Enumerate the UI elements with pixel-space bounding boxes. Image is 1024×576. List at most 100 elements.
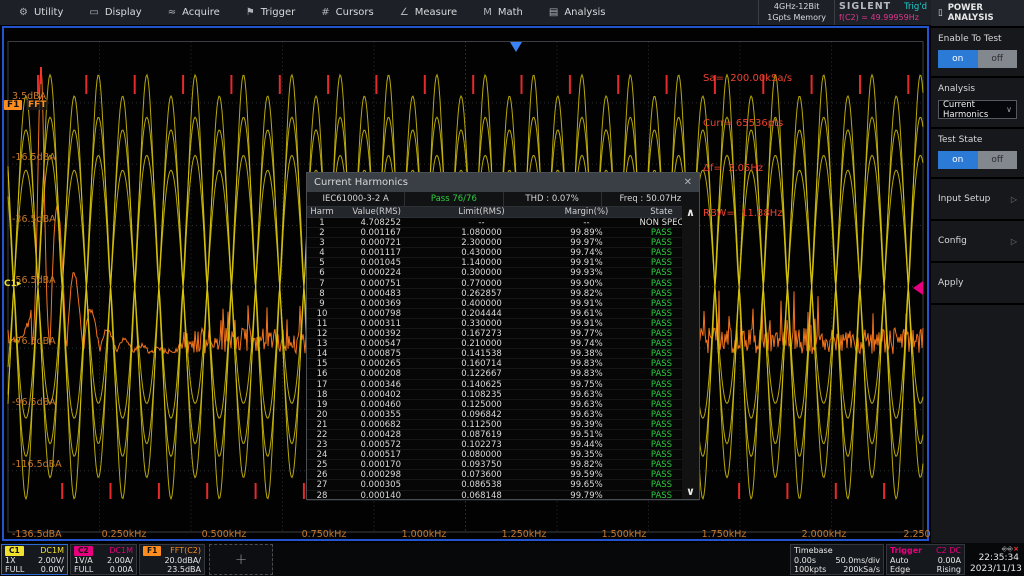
menu-display[interactable]: ▭Display: [76, 0, 154, 25]
power-analysis-icon: ▯: [938, 8, 943, 18]
input-setup-label: Input Setup: [938, 194, 990, 204]
apply-button[interactable]: Apply: [931, 263, 1024, 305]
menu-cursors[interactable]: #Cursors: [308, 0, 386, 25]
cell-margin: 99.77%: [534, 329, 639, 338]
table-row[interactable]: 130.0005470.21000099.74%PASS: [307, 339, 699, 349]
test-state-off-button[interactable]: off: [978, 151, 1018, 169]
analysis-label: Analysis: [938, 84, 1017, 94]
oscilloscope-screen: ⚙Utility ▭Display ≈Acquire ⚑Trigger #Cur…: [0, 0, 1024, 576]
table-row[interactable]: 60.0002240.30000099.93%PASS: [307, 268, 699, 278]
cell-harm: 12: [307, 329, 337, 338]
dialog-scrollbar[interactable]: ∧ ∨: [682, 206, 699, 499]
submenu-arrow-icon: ▷: [1011, 195, 1017, 204]
timebase-delay: 0.00s: [794, 556, 816, 566]
enable-off-button[interactable]: off: [978, 50, 1018, 68]
fft-acquisition-info: Sa= 200.00kSa/s Curr= 65536pts Δf= 3.05H…: [703, 41, 792, 251]
trigger-title: Trigger: [890, 546, 922, 556]
table-row[interactable]: 250.0001700.09375099.82%PASS: [307, 460, 699, 470]
trigger-descriptor[interactable]: TriggerC2 DC Auto0.00A EdgeRising: [886, 544, 965, 575]
menu-measure[interactable]: ∠Measure: [387, 0, 470, 25]
table-row[interactable]: 90.0003690.40000099.91%PASS: [307, 299, 699, 309]
table-row[interactable]: 180.0004020.10823599.63%PASS: [307, 390, 699, 400]
table-row[interactable]: 100.0007980.20444499.61%PASS: [307, 309, 699, 319]
y-axis-label: -16.5dBA: [12, 152, 56, 163]
table-row[interactable]: 160.0002080.12266799.83%PASS: [307, 369, 699, 379]
cell-margin: 99.44%: [534, 440, 639, 449]
add-channel-button[interactable]: +: [209, 544, 273, 575]
c2-bandwidth: FULL: [74, 565, 93, 575]
menu-label: Math: [498, 7, 523, 18]
table-row[interactable]: 260.0002980.07360099.59%PASS: [307, 470, 699, 480]
cell-value: 0.000547: [337, 339, 429, 348]
cell-harm: 2: [307, 228, 337, 237]
test-state-label: Test State: [938, 135, 1017, 145]
table-row[interactable]: 20.0011671.08000099.89%PASS: [307, 228, 699, 238]
cell-limit: 0.073600: [429, 470, 534, 479]
menu-utility[interactable]: ⚙Utility: [6, 0, 76, 25]
cell-value: 0.000208: [337, 369, 429, 378]
table-row[interactable]: 270.0003050.08653899.65%PASS: [307, 480, 699, 490]
close-icon[interactable]: ✕: [684, 177, 692, 188]
table-row[interactable]: 230.0005720.10227399.44%PASS: [307, 440, 699, 450]
cell-value: 0.000460: [337, 400, 429, 409]
thd-readout: THD : 0.07%: [504, 192, 602, 206]
acquire-icon: ≈: [168, 7, 176, 18]
dialog-title-bar[interactable]: Current Harmonics ✕: [307, 173, 699, 192]
cell-margin: 99.91%: [534, 319, 639, 328]
c1-level-marker[interactable]: C1▸: [4, 279, 21, 289]
cell-harm: 21: [307, 420, 337, 429]
cell-margin: --: [534, 218, 639, 227]
f1-function: FFT(C2): [170, 546, 201, 556]
cell-margin: 99.93%: [534, 268, 639, 277]
timebase-rate: 200kSa/s: [843, 565, 880, 575]
table-row[interactable]: 80.0004830.26285799.82%PASS: [307, 289, 699, 299]
menu-analysis[interactable]: ▤Analysis: [536, 0, 619, 25]
cell-limit: 0.204444: [429, 309, 534, 318]
table-row[interactable]: 240.0005170.08000099.35%PASS: [307, 450, 699, 460]
menu-acquire[interactable]: ≈Acquire: [155, 0, 233, 25]
analysis-select[interactable]: Current Harmonics ∨: [938, 100, 1017, 119]
enable-on-button[interactable]: on: [938, 50, 978, 68]
table-row[interactable]: 220.0004280.08761999.51%PASS: [307, 430, 699, 440]
config-item[interactable]: Config ▷: [931, 221, 1024, 263]
cell-margin: 99.63%: [534, 410, 639, 419]
table-row[interactable]: 14.708252----NON SPEC: [307, 218, 699, 228]
table-row[interactable]: 50.0010451.14000099.91%PASS: [307, 258, 699, 268]
table-row[interactable]: 190.0004600.12500099.63%PASS: [307, 400, 699, 410]
table-row[interactable]: 40.0011170.43000099.74%PASS: [307, 248, 699, 258]
cell-value: 0.000517: [337, 450, 429, 459]
c2-badge: C2: [74, 546, 93, 556]
table-row[interactable]: 120.0003920.16727399.77%PASS: [307, 329, 699, 339]
cell-value: 0.000392: [337, 329, 429, 338]
scroll-up-icon[interactable]: ∧: [686, 206, 695, 220]
test-state-on-button[interactable]: on: [938, 151, 978, 169]
timebase-descriptor[interactable]: Timebase 0.00s50.0ms/div 100kpts200kSa/s: [790, 544, 884, 575]
f1-trace-type-label: FFT: [26, 100, 48, 110]
table-row[interactable]: 210.0006820.11250099.39%PASS: [307, 420, 699, 430]
f1-descriptor[interactable]: F1FFT(C2) 20.0dBA/ 23.5dBA: [139, 544, 205, 575]
table-row[interactable]: 170.0003460.14062599.75%PASS: [307, 380, 699, 390]
table-row[interactable]: 150.0002650.16071499.83%PASS: [307, 359, 699, 369]
trigger-type: Edge: [890, 565, 910, 575]
menu-math[interactable]: MMath: [470, 0, 536, 25]
f1-channel-badge[interactable]: F1: [4, 100, 22, 110]
channel1-descriptor[interactable]: C1DC1M 1X2.00V/ FULL0.00V: [1, 544, 68, 575]
table-row[interactable]: 280.0001400.06814899.79%PASS: [307, 491, 699, 501]
c1-offset: 0.00V: [41, 565, 64, 575]
table-row[interactable]: 200.0003550.09684299.63%PASS: [307, 410, 699, 420]
channel2-descriptor[interactable]: C2DC1M 1V/A2.00A/ FULL0.00A: [70, 544, 137, 575]
c1-bandwidth: FULL: [5, 565, 24, 575]
table-row[interactable]: 110.0003110.33000099.91%PASS: [307, 319, 699, 329]
table-row[interactable]: 30.0007212.30000099.97%PASS: [307, 238, 699, 248]
freq-readout: Freq : 50.07Hz: [602, 192, 699, 206]
table-row[interactable]: 70.0007510.77000099.90%PASS: [307, 279, 699, 289]
table-row[interactable]: 140.0008750.14153899.38%PASS: [307, 349, 699, 359]
input-setup-item[interactable]: Input Setup ▷: [931, 179, 1024, 221]
cell-limit: 0.102273: [429, 440, 534, 449]
menu-trigger[interactable]: ⚑Trigger: [233, 0, 308, 25]
cell-value: 0.000483: [337, 289, 429, 298]
c1-coupling: DC1M: [40, 546, 64, 556]
network-disconnected-icon: ⎆×: [1008, 545, 1019, 553]
c1-badge: C1: [5, 546, 24, 556]
scroll-down-icon[interactable]: ∨: [686, 485, 695, 499]
